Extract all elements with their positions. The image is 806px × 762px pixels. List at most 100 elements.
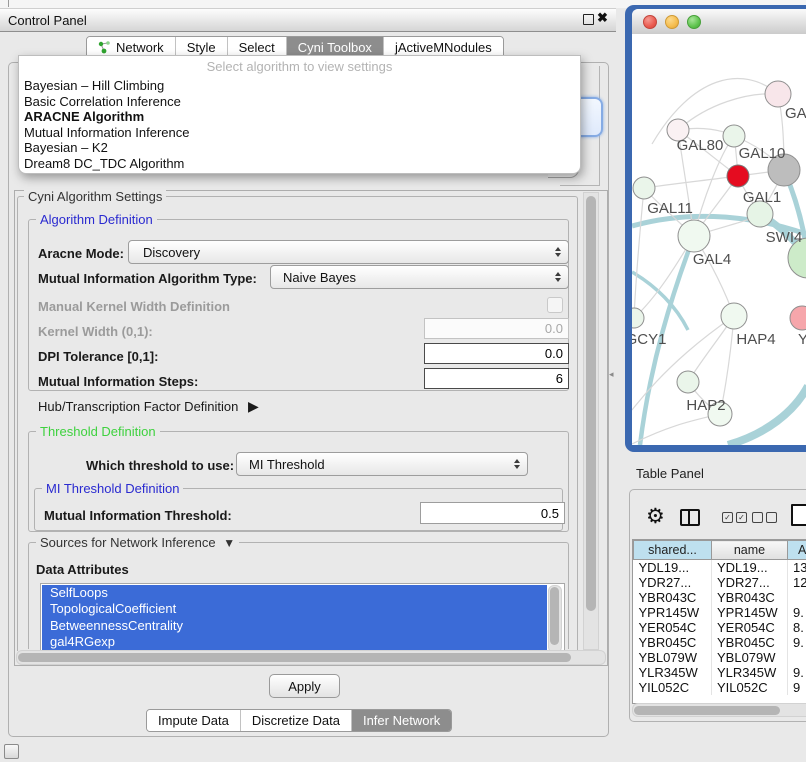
dropdown-item-bayesian-hill[interactable]: Bayesian – Hill Climbing [24, 78, 164, 94]
mi-threshold-label: Mutual Information Threshold: [44, 508, 232, 523]
close-traffic-light-icon[interactable] [643, 15, 657, 29]
table-row[interactable]: YLR345WYLR345W9. [634, 665, 806, 680]
dropdown-item-aracne[interactable]: ARACNE Algorithm [24, 109, 144, 125]
network-canvas[interactable]: GAL GAL80 GAL10 GAL1 GAL11 SWI4 GAL4 GCY… [632, 34, 806, 445]
dropdown-item-bayesian-k2[interactable]: Bayesian – K2 [24, 140, 108, 156]
minimize-traffic-light-icon[interactable] [665, 15, 679, 29]
aracne-mode-label: Aracne Mode: [38, 246, 124, 261]
table-row[interactable]: YDL19...YDL19...13 [634, 560, 806, 576]
bottom-tabbar: Impute Data Discretize Data Infer Networ… [146, 709, 452, 732]
node-gal11[interactable] [633, 177, 655, 199]
node-table: shared... name A YDL19...YDL19...13 YDR2… [632, 539, 806, 704]
settings-horizontal-scrollbar[interactable] [16, 650, 606, 665]
column-header-shared[interactable]: shared... [634, 541, 712, 560]
dropdown-item-basic-correlation[interactable]: Basic Correlation Inference [24, 94, 181, 110]
gear-icon[interactable]: ⚙ [646, 506, 665, 527]
svg-text:SWI4: SWI4 [766, 229, 803, 246]
zoom-traffic-light-icon[interactable] [687, 15, 701, 29]
dropdown-item-mutual-information[interactable]: Mutual Information Inference [24, 125, 189, 141]
hidden-group-border-bottom [560, 185, 600, 186]
list-item[interactable]: TopologicalCoefficient [42, 601, 547, 617]
combo-arrows-icon [514, 459, 520, 469]
network-view-inner: GAL GAL80 GAL10 GAL1 GAL11 SWI4 GAL4 GCY… [632, 9, 806, 445]
table-row[interactable]: YER054CYER054C8. [634, 620, 806, 635]
table-row[interactable]: YBR043CYBR043C [634, 590, 806, 605]
table-row[interactable]: YBL079WYBL079W [634, 650, 806, 665]
table-panel-title: Table Panel [636, 466, 704, 481]
collapsed-arrow-icon: ▶ [248, 398, 259, 414]
table-row[interactable]: YDR27...YDR27...12 [634, 575, 806, 590]
file-icon[interactable] [791, 504, 806, 526]
close-icon[interactable]: ✖ [597, 10, 608, 26]
kernel-width-input[interactable]: 0.0 [424, 318, 569, 339]
hub-definition-toggle[interactable]: Hub/Transcription Factor Definition ▶ [38, 398, 259, 415]
control-panel-titlebar: Control Panel ✖ [0, 8, 616, 32]
table-row[interactable]: YPR145WYPR145W9. [634, 605, 806, 620]
threshold-definition-title: Threshold Definition [36, 424, 160, 439]
select-all-checks-icon[interactable]: ✓✓ [722, 512, 747, 523]
mi-threshold-group-title: MI Threshold Definition [42, 481, 183, 496]
svg-text:GAL: GAL [785, 105, 806, 122]
dock-grid-icon[interactable] [4, 744, 19, 759]
data-attributes-list: SelfLoops TopologicalCoefficient Between… [40, 583, 565, 655]
node-hap2[interactable] [677, 371, 699, 393]
network-tab-icon [98, 41, 111, 54]
splitpane-handle[interactable]: ◂ [609, 369, 614, 380]
node-gal10[interactable] [723, 125, 745, 147]
list-vertical-scrollbar[interactable] [548, 585, 562, 653]
node-gal4[interactable] [678, 220, 710, 252]
node-gcy1[interactable] [632, 308, 644, 328]
cyni-settings-group-title: Cyni Algorithm Settings [24, 189, 166, 204]
svg-text:GAL80: GAL80 [677, 137, 724, 154]
tab-discretize-data[interactable]: Discretize Data [240, 710, 351, 731]
mi-steps-input[interactable]: 6 [424, 368, 569, 389]
mi-threshold-input[interactable]: 0.5 [420, 502, 565, 524]
dropdown-item-dream8[interactable]: Dream8 DC_TDC Algorithm [24, 156, 184, 172]
tab-impute-data[interactable]: Impute Data [147, 710, 240, 731]
aracne-mode-combobox[interactable]: Discovery [128, 240, 569, 264]
table-horizontal-scrollbar[interactable] [632, 703, 806, 717]
float-window-icon[interactable] [583, 14, 594, 25]
node-selected-red[interactable] [727, 165, 749, 187]
node-pink-right[interactable] [790, 306, 806, 330]
manual-kernel-label: Manual Kernel Width Definition [38, 299, 230, 314]
tab-infer-network[interactable]: Infer Network [351, 710, 451, 731]
network-node-labels: GAL GAL80 GAL10 GAL1 GAL11 SWI4 GAL4 GCY… [632, 105, 806, 414]
apply-button[interactable]: Apply [269, 674, 340, 698]
svg-text:GAL1: GAL1 [743, 189, 781, 206]
svg-text:GAL10: GAL10 [739, 145, 786, 162]
dpi-tolerance-input[interactable]: 0.0 [424, 343, 569, 364]
settings-vertical-scrollbar[interactable] [583, 192, 599, 650]
list-item[interactable]: gal4RGexp [42, 634, 547, 650]
mi-type-label: Mutual Information Algorithm Type: [38, 271, 257, 286]
table-header-row: shared... name A [634, 541, 806, 560]
tab-network-label: Network [116, 40, 164, 55]
algorithm-dropdown-popup: Select algorithm to view settings Bayesi… [18, 55, 581, 174]
column-header-cut[interactable]: A [788, 541, 806, 560]
svg-text:HAP4: HAP4 [736, 331, 775, 348]
table-row[interactable]: YIL052CYIL052C9 [634, 680, 806, 695]
algorithm-definition-title: Algorithm Definition [36, 212, 157, 227]
which-threshold-combobox[interactable]: MI Threshold [236, 452, 528, 476]
list-item[interactable]: SelfLoops [42, 585, 547, 601]
svg-text:GCY1: GCY1 [632, 331, 666, 348]
screenshot-root: { "titlebar": { "title": "Control Panel"… [0, 0, 806, 762]
panel-title: Control Panel [8, 13, 87, 28]
table-row[interactable]: YBR045CYBR045C9. [634, 635, 806, 650]
columns-icon[interactable] [680, 509, 700, 526]
manual-kernel-checkbox[interactable] [547, 297, 563, 313]
node-pink-top[interactable] [765, 81, 791, 107]
mi-steps-label: Mutual Information Steps: [38, 374, 198, 389]
network-window-titlebar[interactable] [632, 9, 806, 35]
node-hap4[interactable] [721, 303, 747, 329]
dropdown-placeholder: Select algorithm to view settings [19, 59, 580, 74]
column-header-name[interactable]: name [712, 541, 788, 560]
network-view-window: GAL GAL80 GAL10 GAL1 GAL11 SWI4 GAL4 GCY… [625, 5, 806, 452]
deselect-all-checks-icon[interactable] [752, 512, 777, 523]
combo-arrows-icon [555, 247, 561, 257]
expanded-arrow-icon: ▼ [223, 536, 235, 550]
list-item[interactable]: BetweennessCentrality [42, 618, 547, 634]
mi-type-combobox[interactable]: Naive Bayes [270, 265, 569, 289]
sources-group-title[interactable]: Sources for Network Inference ▼ [36, 535, 239, 550]
which-threshold-label: Which threshold to use: [86, 458, 234, 473]
